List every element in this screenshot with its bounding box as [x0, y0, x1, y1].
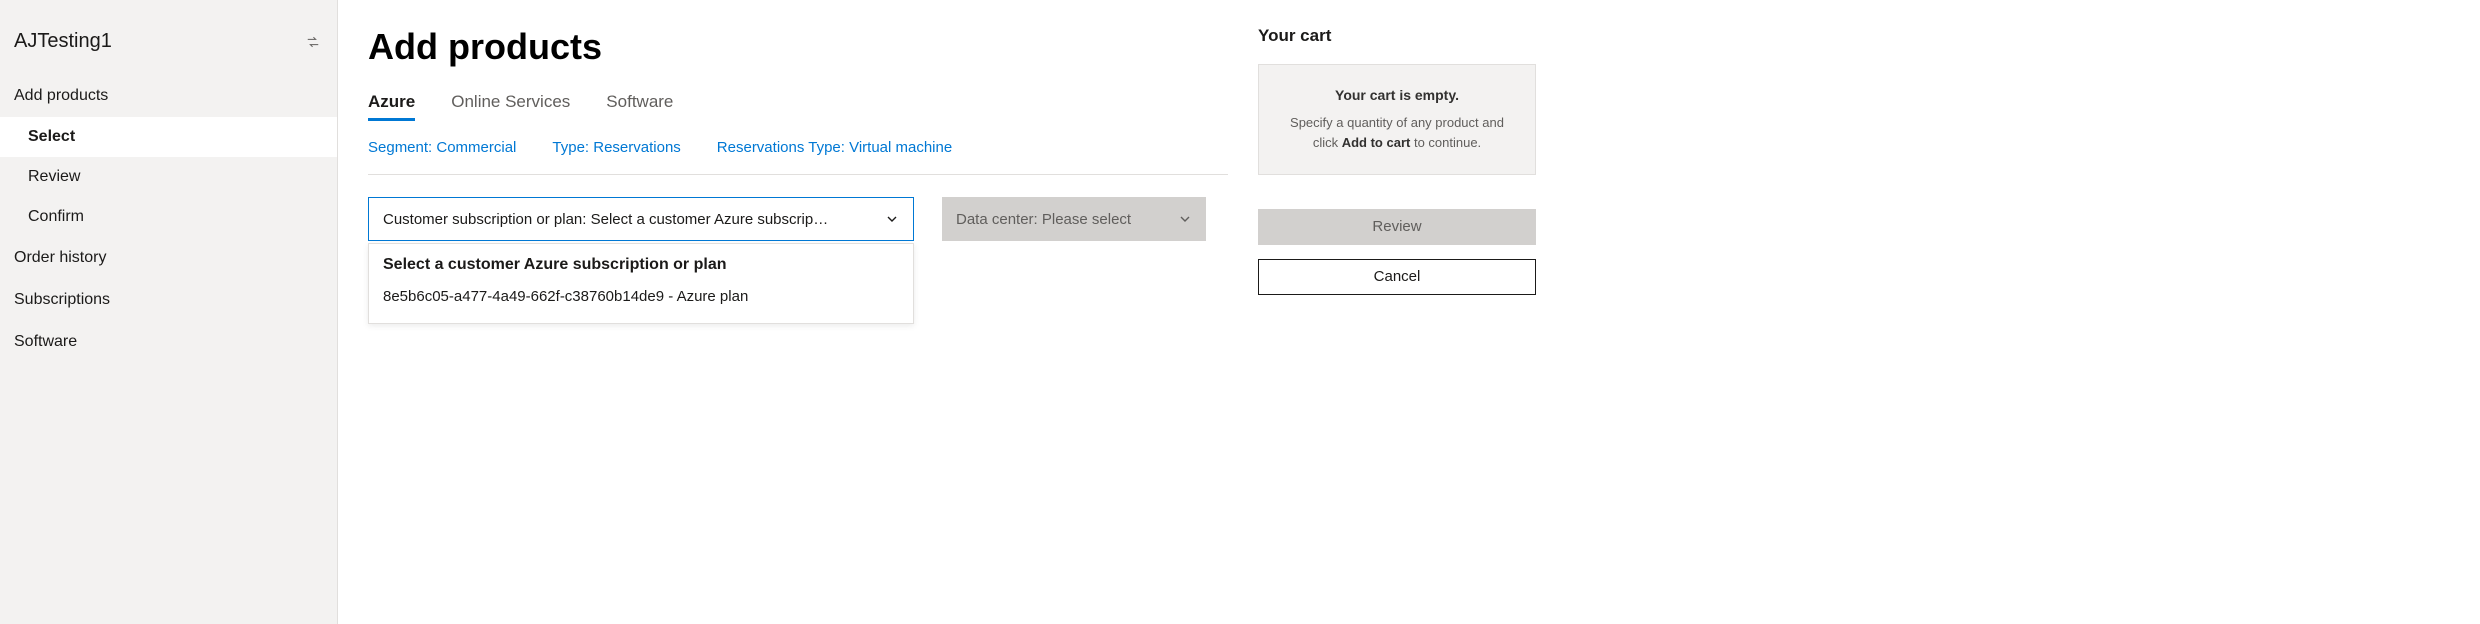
cart-hint-text: Specify a quantity of any product and [1290, 115, 1504, 130]
breadcrumb-segment[interactable]: Segment: Commercial [368, 139, 516, 156]
cart-hint-prefix: click [1313, 135, 1342, 150]
breadcrumb-type[interactable]: Type: Reservations [552, 139, 680, 156]
breadcrumb-reservations-type[interactable]: Reservations Type: Virtual machine [717, 139, 952, 156]
review-button[interactable]: Review [1258, 209, 1536, 245]
nav-label: Add products [14, 87, 108, 104]
select-label: Customer subscription or plan: Select a … [383, 211, 828, 228]
subscription-dropdown: Select a customer Azure subscription or … [368, 243, 914, 324]
tab-label: Software [606, 92, 673, 111]
tab-azure[interactable]: Azure [368, 92, 415, 121]
cart-hint-suffix: to continue. [1410, 135, 1481, 150]
content-column: Add products Azure Online Services Softw… [368, 26, 1228, 598]
sidebar: AJTesting1 Add products Select Review Co… [0, 0, 338, 624]
dropdown-header: Select a customer Azure subscription or … [383, 256, 899, 274]
divider [368, 174, 1228, 175]
datacenter-select[interactable]: Data center: Please select [942, 197, 1206, 241]
nav-step-confirm[interactable]: Confirm [0, 197, 337, 237]
main-area: Add products Azure Online Services Softw… [338, 0, 2480, 624]
nav-add-products[interactable]: Add products [0, 75, 337, 117]
dropdown-option[interactable]: 8e5b6c05-a477-4a49-662f-c38760b14de9 - A… [383, 284, 899, 309]
cart-title: Your cart [1258, 26, 1536, 46]
chevron-down-icon [1178, 212, 1192, 226]
button-label: Cancel [1374, 268, 1421, 285]
tab-software[interactable]: Software [606, 92, 673, 121]
product-tabs: Azure Online Services Software [368, 92, 1228, 121]
subscription-select[interactable]: Customer subscription or plan: Select a … [368, 197, 914, 241]
nav-subscriptions[interactable]: Subscriptions [0, 279, 337, 321]
directory-title: AJTesting1 [14, 30, 112, 53]
nav-step-review[interactable]: Review [0, 157, 337, 197]
button-label: Review [1372, 218, 1421, 235]
switch-directory-icon[interactable] [305, 34, 321, 50]
cart-hint-line: Specify a quantity of any product and cl… [1277, 113, 1517, 152]
nav-software[interactable]: Software [0, 321, 337, 363]
nav-label: Subscriptions [14, 291, 110, 308]
selects-row: Customer subscription or plan: Select a … [368, 197, 1228, 241]
tab-label: Azure [368, 92, 415, 111]
cancel-button[interactable]: Cancel [1258, 259, 1536, 295]
nav-label: Software [14, 333, 77, 350]
cart-panel: Your cart Your cart is empty. Specify a … [1258, 26, 1536, 598]
cart-hint-bold: Add to cart [1342, 135, 1411, 150]
tab-label: Online Services [451, 92, 570, 111]
nav-label: Review [28, 168, 80, 185]
chevron-down-icon [885, 212, 899, 226]
nav-step-select[interactable]: Select [0, 117, 337, 157]
cart-empty-heading: Your cart is empty. [1277, 87, 1517, 103]
nav-label: Order history [14, 249, 106, 266]
nav-label: Select [28, 128, 75, 145]
nav-order-history[interactable]: Order history [0, 237, 337, 279]
tab-online-services[interactable]: Online Services [451, 92, 570, 121]
nav-label: Confirm [28, 208, 84, 225]
page-title: Add products [368, 26, 1228, 68]
sidebar-header: AJTesting1 [0, 22, 337, 75]
select-label: Data center: Please select [956, 211, 1131, 228]
filter-breadcrumbs: Segment: Commercial Type: Reservations R… [368, 139, 1228, 156]
cart-empty-box: Your cart is empty. Specify a quantity o… [1258, 64, 1536, 175]
